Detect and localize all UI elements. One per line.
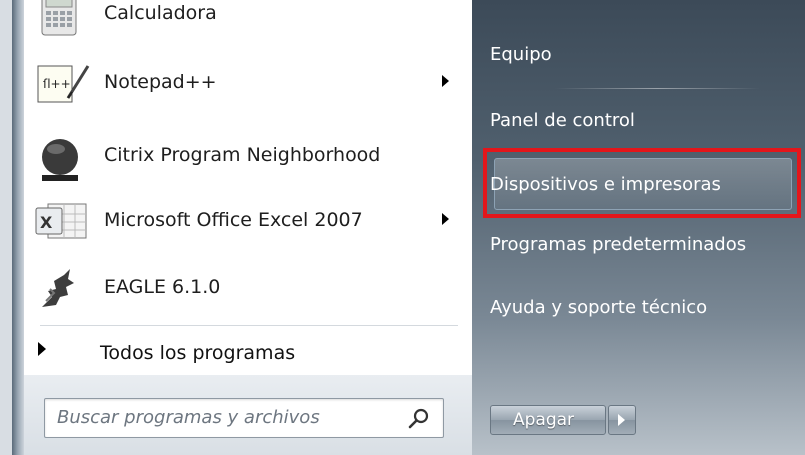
menu-item-programas-predeterminados[interactable]: Programas predeterminados [490, 234, 746, 255]
search-icon[interactable] [407, 407, 431, 431]
menu-item-ayuda-y-soporte[interactable]: Ayuda y soporte técnico [490, 297, 707, 318]
shutdown-label: Apagar [513, 410, 575, 430]
program-item-citrix[interactable]: Citrix Program Neighborhood [34, 130, 464, 181]
arrow-right-icon [618, 414, 625, 426]
menu-item-panel-de-control[interactable]: Panel de control [490, 110, 635, 131]
submenu-arrow-icon [442, 213, 449, 225]
program-item-excel[interactable]: X Microsoft Office Excel 2007 [34, 195, 464, 245]
expand-arrow-icon [38, 342, 46, 356]
menu-divider [555, 88, 760, 89]
shutdown-options-button[interactable] [608, 405, 636, 435]
window-edge [12, 0, 24, 455]
menu-item-equipo[interactable]: Equipo [490, 44, 552, 65]
excel-icon: X [35, 203, 87, 239]
menu-item-dispositivos-e-impresoras[interactable]: Dispositivos e impresoras [490, 174, 721, 195]
calculator-icon [41, 0, 77, 36]
search-input[interactable]: Buscar programas y archivos [44, 398, 444, 438]
program-item-calculadora[interactable]: Calculadora [34, 0, 464, 38]
program-label: Calculadora [104, 2, 217, 24]
search-placeholder: Buscar programas y archivos [57, 407, 320, 428]
program-label: EAGLE 6.1.0 [104, 276, 221, 298]
all-programs-button[interactable]: Todos los programas [34, 332, 464, 372]
program-label: Citrix Program Neighborhood [104, 144, 381, 166]
notepadpp-icon: ſl++ [37, 65, 90, 103]
citrix-icon [42, 139, 78, 181]
submenu-arrow-icon [442, 75, 449, 87]
svg-text:ſl++: ſl++ [43, 77, 71, 91]
eagle-icon [42, 269, 74, 307]
program-item-notepadpp[interactable]: ſl++ Notepad++ [34, 57, 464, 107]
shutdown-button[interactable]: Apagar [490, 405, 606, 435]
program-label: Notepad++ [104, 71, 217, 93]
places-panel [472, 0, 805, 455]
program-item-eagle[interactable]: EAGLE 6.1.0 [34, 262, 464, 312]
program-label: Microsoft Office Excel 2007 [104, 209, 363, 231]
programs-separator [40, 325, 458, 326]
svg-text:X: X [40, 213, 53, 232]
all-programs-label: Todos los programas [100, 342, 296, 364]
